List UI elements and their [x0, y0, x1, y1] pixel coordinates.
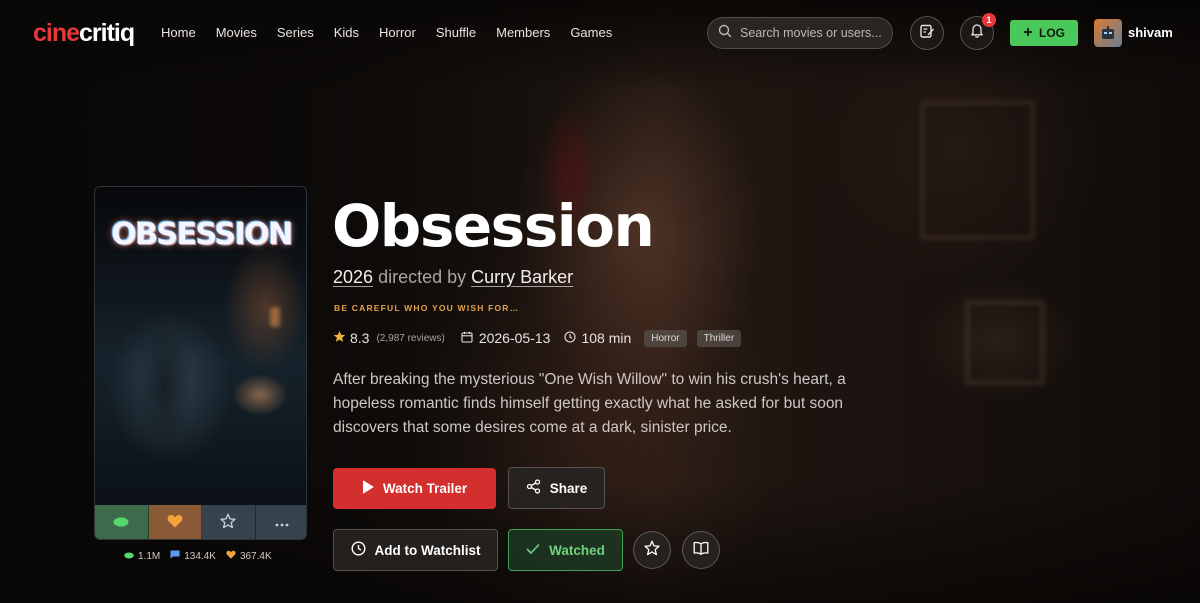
avatar[interactable] — [1094, 19, 1122, 47]
review-count[interactable]: (2,987 reviews) — [376, 333, 444, 344]
checkmark-icon — [526, 543, 540, 558]
star-icon — [220, 513, 236, 534]
movie-credits: 2026 directed by Curry Barker — [333, 266, 573, 288]
heart-icon — [167, 514, 183, 533]
notifications-button[interactable]: 1 — [960, 13, 996, 50]
rate-button[interactable] — [202, 505, 256, 539]
directed-by-label: directed by — [378, 267, 467, 287]
nav-item-movies[interactable]: Movies — [216, 24, 257, 42]
log-label: LOG — [1039, 26, 1065, 40]
watch-trailer-label: Watch Trailer — [382, 481, 468, 496]
movie-synopsis: After breaking the mysterious "One Wish … — [333, 371, 846, 436]
release-year-link[interactable]: 2026 — [333, 267, 373, 287]
reviews-count: 134.4K — [184, 550, 216, 562]
site-logo[interactable]: cinecritiq — [33, 18, 135, 48]
more-icon — [275, 514, 289, 532]
top-navbar: cinecritiq Home Movies Series Kids Horro… — [0, 0, 1200, 66]
plus-icon — [1023, 26, 1033, 40]
watched-button[interactable]: Watched — [508, 529, 623, 571]
edit-note-icon — [919, 23, 935, 44]
calendar-icon — [461, 330, 473, 346]
movie-poster[interactable]: OBSESSION — [95, 187, 306, 505]
watched-label: Watched — [549, 542, 605, 558]
nav-item-kids[interactable]: Kids — [334, 24, 359, 42]
bell-icon — [969, 23, 985, 44]
main-nav: Home Movies Series Kids Horror Shuffle M… — [161, 24, 632, 42]
add-to-watchlist-label: Add to Watchlist — [374, 542, 481, 558]
clock-icon — [564, 330, 577, 346]
search-icon — [718, 24, 732, 43]
poster-title: OBSESSION — [111, 217, 293, 252]
likes-count: 367.4K — [239, 550, 272, 562]
notification-badge: 1 — [982, 13, 996, 27]
more-options-button[interactable] — [255, 505, 306, 539]
genre-tag-thriller[interactable]: Thriller — [696, 329, 742, 347]
movie-tagline: BE CAREFUL WHO YOU WISH FOR… — [334, 303, 520, 313]
runtime: 108 min — [564, 330, 631, 346]
share-label: Share — [549, 480, 588, 496]
nav-item-horror[interactable]: Horror — [379, 24, 416, 42]
views-stat: 1.1M — [124, 550, 160, 562]
share-icon — [526, 479, 541, 497]
nav-item-home[interactable]: Home — [161, 24, 196, 42]
director-link[interactable]: Curry Barker — [471, 267, 573, 287]
logo-part-critiq: critiq — [79, 19, 135, 47]
clock-icon — [350, 541, 366, 559]
log-button[interactable]: LOG — [1010, 20, 1078, 46]
movie-meta: 8.3 (2,987 reviews) 2026-05-13 108 min H… — [333, 329, 742, 347]
like-button[interactable] — [148, 505, 202, 539]
nav-item-shuffle[interactable]: Shuffle — [436, 24, 476, 42]
genre-tag-horror[interactable]: Horror — [644, 329, 687, 347]
write-review-button[interactable] — [910, 16, 944, 50]
nav-item-members[interactable]: Members — [496, 24, 550, 42]
comment-icon — [170, 550, 180, 562]
search-bar[interactable] — [707, 17, 893, 49]
seen-eye-icon — [113, 514, 129, 532]
average-rating: 8.3 — [350, 330, 370, 346]
runtime-value: 108 min — [581, 330, 632, 346]
likes-stat: 367.4K — [226, 550, 272, 562]
heart-icon — [226, 550, 236, 562]
poster-stats: 1.1M 134.4K 367.4K — [124, 550, 272, 562]
poster-figure — [125, 292, 205, 482]
reviews-stat: 134.4K — [170, 550, 216, 562]
release-date-value: 2026-05-13 — [478, 330, 551, 346]
username[interactable]: shivam — [1128, 25, 1173, 40]
logo-part-cine: cine — [33, 19, 80, 47]
eye-icon — [124, 551, 134, 562]
nav-item-series[interactable]: Series — [277, 24, 314, 42]
play-icon — [362, 480, 374, 497]
book-open-icon — [693, 541, 709, 560]
open-book-button[interactable] — [682, 531, 720, 569]
mark-seen-button[interactable] — [95, 505, 149, 539]
movie-title: Obsession — [332, 192, 655, 260]
poster-light — [270, 307, 280, 327]
poster-card: OBSESSION — [94, 186, 307, 540]
views-count: 1.1M — [138, 550, 161, 562]
poster-quick-actions — [95, 505, 306, 539]
watch-trailer-button[interactable]: Watch Trailer — [333, 468, 496, 509]
star-icon — [644, 540, 660, 561]
rate-movie-button[interactable] — [633, 531, 671, 569]
release-date: 2026-05-13 — [461, 330, 551, 346]
search-input[interactable] — [740, 26, 890, 40]
nav-item-games[interactable]: Games — [570, 24, 612, 42]
star-icon — [333, 330, 346, 346]
add-to-watchlist-button[interactable]: Add to Watchlist — [333, 529, 498, 571]
share-button[interactable]: Share — [508, 467, 605, 509]
